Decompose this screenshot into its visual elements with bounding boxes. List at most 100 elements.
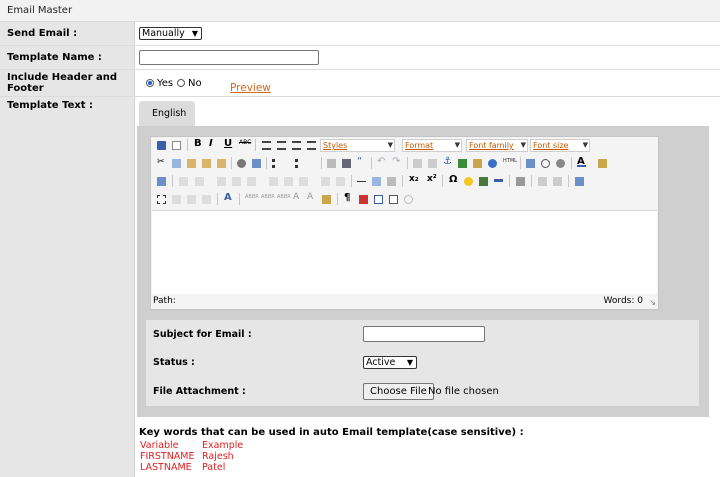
new-document-icon[interactable] bbox=[172, 141, 181, 150]
blockquote-icon[interactable]: “ bbox=[357, 156, 366, 167]
rtl-icon[interactable] bbox=[553, 177, 562, 186]
html-icon[interactable]: HTML bbox=[503, 158, 517, 167]
insert-layer-icon[interactable] bbox=[157, 195, 166, 204]
anchor-icon[interactable]: ⚓ bbox=[443, 156, 452, 167]
abbr-icon[interactable]: ABBR bbox=[277, 194, 291, 203]
highlight-color-icon[interactable] bbox=[598, 159, 607, 168]
visual-aid-icon[interactable] bbox=[387, 177, 396, 186]
editor-content-area[interactable] bbox=[152, 210, 657, 294]
align-right-icon[interactable] bbox=[292, 141, 301, 150]
align-center-icon[interactable] bbox=[277, 141, 286, 150]
send-email-select[interactable]: Manually ▼ bbox=[139, 27, 202, 40]
superscript-icon[interactable]: x² bbox=[427, 174, 437, 184]
template-name-input[interactable] bbox=[139, 50, 319, 65]
move-forward-icon[interactable] bbox=[172, 195, 181, 204]
bold-icon[interactable]: B bbox=[194, 138, 203, 149]
subject-input[interactable] bbox=[363, 326, 485, 342]
redo-icon[interactable]: ↷ bbox=[392, 156, 401, 167]
remove-format-icon[interactable] bbox=[372, 177, 381, 186]
insert-col-before-icon[interactable] bbox=[269, 177, 278, 186]
underline-icon[interactable]: U bbox=[224, 138, 233, 149]
insert-row-after-icon[interactable] bbox=[232, 177, 241, 186]
bullet-list-icon[interactable] bbox=[272, 159, 281, 168]
delete-row-icon[interactable] bbox=[247, 177, 256, 186]
row-props-icon[interactable] bbox=[195, 177, 204, 186]
styles-dropdown[interactable]: Styles ▼ bbox=[320, 139, 395, 152]
strikethrough-icon[interactable]: ABC bbox=[239, 139, 251, 148]
delete-text-icon[interactable]: A bbox=[293, 192, 302, 202]
link-icon[interactable] bbox=[413, 159, 422, 168]
restore-draft-icon[interactable] bbox=[404, 195, 413, 204]
paste-text-icon[interactable] bbox=[202, 159, 211, 168]
emoticon-icon[interactable] bbox=[464, 177, 473, 186]
resize-handle-icon[interactable]: ↘ bbox=[649, 298, 656, 307]
style-props-icon[interactable]: A bbox=[224, 192, 233, 203]
pilcrow-icon[interactable] bbox=[389, 195, 398, 204]
horizontal-rule-icon[interactable] bbox=[357, 181, 366, 182]
toolbar-separator bbox=[407, 157, 408, 169]
ltr-icon[interactable] bbox=[538, 177, 547, 186]
subscript-icon[interactable]: x₂ bbox=[409, 174, 419, 184]
format-dropdown[interactable]: Format ▼ bbox=[402, 139, 462, 152]
fullscreen-icon[interactable] bbox=[575, 177, 584, 186]
indent-icon[interactable] bbox=[342, 159, 351, 168]
print-icon[interactable] bbox=[516, 177, 525, 186]
special-char-icon[interactable]: Ω bbox=[449, 174, 458, 185]
radio-yes-label: Yes bbox=[157, 78, 174, 89]
insert-row-before-icon[interactable] bbox=[217, 177, 226, 186]
editor-status-bar: Path: Words: 0 ↘ bbox=[152, 294, 657, 309]
page-title: Email Master bbox=[7, 5, 73, 16]
copy-icon[interactable] bbox=[172, 159, 181, 168]
tab-english[interactable]: English bbox=[139, 101, 195, 126]
preview-link[interactable]: Preview bbox=[230, 82, 271, 94]
replace-icon[interactable] bbox=[252, 159, 261, 168]
insert-date-icon[interactable] bbox=[526, 159, 535, 168]
merge-cells-icon[interactable] bbox=[336, 177, 345, 186]
cleanup-icon[interactable] bbox=[473, 159, 482, 168]
find-icon[interactable] bbox=[237, 159, 246, 168]
status-select[interactable]: Active ▼ bbox=[363, 356, 417, 369]
move-backward-icon[interactable] bbox=[187, 195, 196, 204]
preview-icon[interactable] bbox=[556, 159, 565, 168]
justify-icon[interactable] bbox=[307, 141, 316, 150]
font-size-dropdown[interactable]: Font size ▼ bbox=[530, 139, 590, 152]
font-family-dropdown[interactable]: Font family ▼ bbox=[466, 139, 528, 152]
acronym-icon[interactable]: ABBR bbox=[261, 194, 275, 203]
paste-icon[interactable] bbox=[187, 159, 196, 168]
attributes-icon[interactable] bbox=[322, 195, 331, 204]
page-break-icon[interactable] bbox=[374, 195, 383, 204]
radio-no-label: No bbox=[188, 78, 202, 89]
media-icon[interactable] bbox=[479, 177, 488, 186]
spellcheck-icon[interactable] bbox=[157, 177, 166, 186]
row-divider bbox=[0, 69, 720, 70]
insert-text-icon[interactable]: A bbox=[307, 192, 316, 202]
show-blocks-icon[interactable]: ¶ bbox=[344, 192, 353, 203]
keyword-example: Rajesh bbox=[202, 451, 234, 462]
radio-yes[interactable] bbox=[146, 79, 154, 87]
choose-file-button[interactable]: Choose File bbox=[363, 383, 434, 400]
save-icon[interactable] bbox=[157, 141, 166, 150]
table-icon[interactable] bbox=[179, 177, 188, 186]
undo-icon[interactable]: ↶ bbox=[377, 156, 386, 167]
numbered-list-icon[interactable] bbox=[295, 159, 304, 168]
cut-icon[interactable]: ✂ bbox=[157, 157, 166, 167]
template-icon[interactable] bbox=[359, 195, 368, 204]
delete-col-icon[interactable] bbox=[299, 177, 308, 186]
text-color-icon[interactable]: A bbox=[577, 156, 586, 167]
image-icon[interactable] bbox=[458, 159, 467, 168]
unlink-icon[interactable] bbox=[428, 159, 437, 168]
page-header: Email Master bbox=[0, 0, 720, 22]
citation-icon[interactable]: ABBR bbox=[245, 194, 259, 203]
insert-time-icon[interactable] bbox=[541, 159, 550, 168]
help-icon[interactable] bbox=[488, 159, 497, 168]
path-label: Path: bbox=[153, 296, 176, 306]
advanced-hr-icon[interactable] bbox=[494, 179, 503, 182]
paste-word-icon[interactable] bbox=[217, 159, 226, 168]
split-cells-icon[interactable] bbox=[321, 177, 330, 186]
align-left-icon[interactable] bbox=[262, 141, 271, 150]
italic-icon[interactable]: I bbox=[209, 138, 218, 149]
radio-no[interactable] bbox=[177, 79, 185, 87]
insert-col-after-icon[interactable] bbox=[284, 177, 293, 186]
absolute-icon[interactable] bbox=[202, 195, 211, 204]
outdent-icon[interactable] bbox=[327, 159, 336, 168]
